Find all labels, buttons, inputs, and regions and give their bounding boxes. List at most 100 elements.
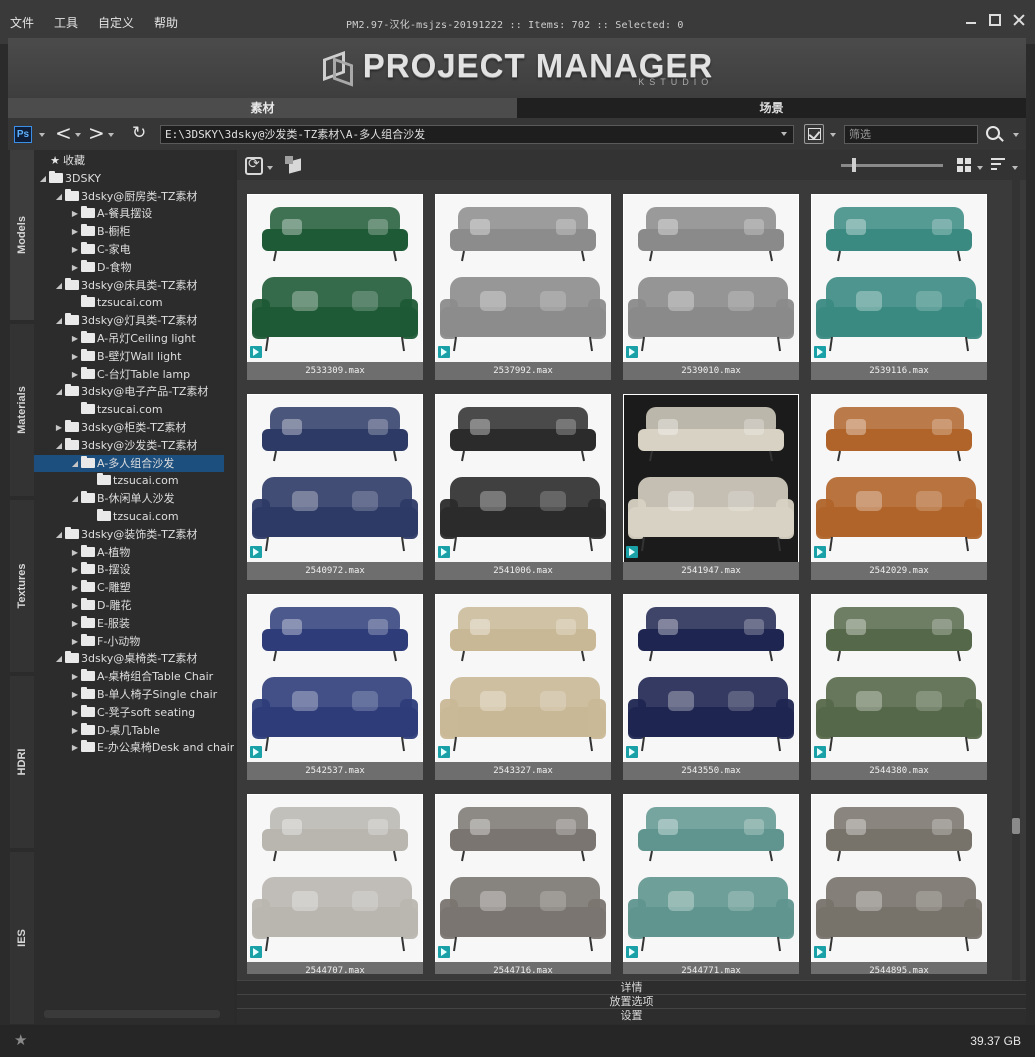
sort-icon[interactable] (991, 158, 1005, 172)
thumbnail-size-slider[interactable] (841, 164, 943, 167)
collapse-arrow-icon[interactable]: ◢ (70, 455, 80, 472)
placement-panel-header[interactable]: 放置选项 (237, 994, 1026, 1008)
asset-card[interactable]: 2543550.max (623, 594, 799, 780)
tree-item[interactable]: ◢ 3dsky@沙发类-TZ素材 (34, 437, 224, 454)
forward-dropdown-caret-icon[interactable] (108, 133, 114, 137)
expand-arrow-icon[interactable]: ▶ (70, 722, 80, 739)
tree-item[interactable]: ▶ C-雕塑 (34, 579, 224, 596)
menu-tools[interactable]: 工具 (54, 14, 78, 31)
back-dropdown-caret-icon[interactable] (75, 133, 81, 137)
box-model-icon[interactable] (285, 156, 305, 174)
tree-item[interactable]: ◢ 3dsky@装饰类-TZ素材 (34, 526, 224, 543)
asset-card[interactable]: 2544716.max (435, 794, 611, 974)
asset-card[interactable]: 2537992.max (435, 194, 611, 380)
tree-item[interactable]: ▶ D-食物 (34, 259, 224, 276)
path-dropdown-caret-icon[interactable] (781, 132, 787, 136)
tree-item[interactable]: ▶ E-办公桌椅Desk and chair (34, 739, 234, 756)
settings-panel-header[interactable]: 设置 (237, 1008, 1026, 1024)
expand-arrow-icon[interactable]: ▶ (70, 348, 80, 365)
tree-item[interactable]: ▶ 3dsky@柜类-TZ素材 (34, 419, 224, 436)
search-icon[interactable] (986, 126, 1000, 140)
tree-item[interactable]: ▶ F-小动物 (34, 633, 224, 650)
asset-card[interactable]: 2540972.max (247, 394, 423, 580)
expand-arrow-icon[interactable]: ▶ (70, 739, 80, 756)
asset-card[interactable]: 2541947.max (623, 394, 799, 580)
filter-check-icon[interactable] (804, 124, 824, 144)
expand-arrow-icon[interactable]: ▶ (70, 686, 80, 703)
minimize-icon[interactable] (965, 14, 977, 26)
menu-customize[interactable]: 自定义 (98, 14, 134, 31)
tree-item[interactable]: ▶ E-服装 (34, 615, 224, 632)
sort-dropdown-caret-icon[interactable] (1012, 166, 1018, 170)
tab-assets[interactable]: 素材 (8, 98, 517, 118)
expand-arrow-icon[interactable]: ▶ (70, 544, 80, 561)
sync-icon[interactable] (245, 156, 263, 175)
asset-card[interactable]: 2533309.max (247, 194, 423, 380)
tree-item[interactable]: ▶ D-桌几Table (34, 722, 224, 739)
grid-view-icon[interactable] (957, 158, 971, 172)
menu-file[interactable]: 文件 (10, 14, 34, 31)
side-tab-hdri[interactable]: HDRI (10, 676, 34, 848)
tree-item[interactable]: ▶ C-凳子soft seating (34, 704, 224, 721)
back-arrow-icon[interactable]: < (55, 123, 72, 143)
menu-help[interactable]: 帮助 (154, 14, 178, 31)
tree-item[interactable]: tzsucai.com (34, 508, 224, 525)
side-tab-models[interactable]: Models (10, 150, 34, 320)
expand-arrow-icon[interactable]: ▶ (70, 561, 80, 578)
tree-item[interactable]: ▶ D-雕花 (34, 597, 224, 614)
tree-item[interactable]: tzsucai.com (34, 472, 224, 489)
close-icon[interactable] (1013, 14, 1025, 26)
asset-card[interactable]: 2544771.max (623, 794, 799, 974)
filter-dropdown-caret-icon[interactable] (830, 133, 836, 137)
forward-arrow-icon[interactable]: > (88, 123, 105, 143)
slider-thumb[interactable] (852, 158, 856, 172)
asset-card[interactable]: 2539116.max (811, 194, 987, 380)
maximize-icon[interactable] (989, 14, 1001, 26)
tree-item[interactable]: ▶ C-家电 (34, 241, 224, 258)
path-field[interactable]: E:\3DSKY\3dsky@沙发类-TZ素材\A-多人组合沙发 (160, 125, 794, 144)
tree-item[interactable]: ◢ 3DSKY (34, 170, 224, 187)
asset-card[interactable]: 2543327.max (435, 594, 611, 780)
tree-item[interactable]: ▶ B-单人椅子Single chair (34, 686, 224, 703)
tree-horizontal-scrollbar[interactable] (44, 1010, 220, 1018)
expand-arrow-icon[interactable]: ▶ (70, 366, 80, 383)
collapse-arrow-icon[interactable]: ◢ (70, 490, 80, 507)
side-tab-materials[interactable]: Materials (10, 324, 34, 496)
asset-grid-scroll-thumb[interactable] (1012, 818, 1020, 834)
expand-arrow-icon[interactable]: ▶ (70, 579, 80, 596)
tree-item[interactable]: ◢ 3dsky@电子产品-TZ素材 (34, 383, 224, 400)
tree-item[interactable]: ▶ B-壁灯Wall light (34, 348, 224, 365)
tree-item[interactable]: ▶ B-橱柜 (34, 223, 224, 240)
tree-item[interactable]: ▶ A-桌椅组合Table Chair (34, 668, 224, 685)
expand-arrow-icon[interactable]: ▶ (70, 615, 80, 632)
tree-item[interactable]: ◢ 3dsky@床具类-TZ素材 (34, 277, 224, 294)
expand-arrow-icon[interactable]: ▶ (70, 241, 80, 258)
tree-item[interactable]: ▶ B-摆设 (34, 561, 224, 578)
asset-card[interactable]: 2542029.max (811, 394, 987, 580)
star-icon[interactable]: ★ (14, 1031, 27, 1049)
ps-dropdown-caret-icon[interactable] (39, 133, 45, 137)
tree-item[interactable]: ◢ 3dsky@桌椅类-TZ素材 (34, 650, 224, 667)
expand-arrow-icon[interactable]: ▶ (70, 704, 80, 721)
tree-item[interactable]: ▶ A-吊灯Ceiling light (34, 330, 224, 347)
asset-grid-scrollbar[interactable] (1012, 180, 1020, 980)
photoshop-icon[interactable]: Ps (14, 126, 32, 143)
side-tab-textures[interactable]: Textures (10, 500, 34, 672)
collapse-arrow-icon[interactable]: ◢ (54, 437, 64, 454)
collapse-arrow-icon[interactable]: ◢ (54, 383, 64, 400)
tree-item[interactable]: ★ 收藏 (34, 152, 224, 169)
side-tab-ies[interactable]: IES (10, 852, 34, 1024)
asset-card[interactable]: 2541006.max (435, 394, 611, 580)
collapse-arrow-icon[interactable]: ◢ (54, 526, 64, 543)
details-panel-header[interactable]: 详情 (237, 980, 1026, 994)
asset-card[interactable]: 2542537.max (247, 594, 423, 780)
tree-item[interactable]: ▶ A-植物 (34, 544, 224, 561)
grid-dropdown-caret-icon[interactable] (977, 166, 983, 170)
collapse-arrow-icon[interactable]: ◢ (38, 170, 48, 187)
expand-arrow-icon[interactable]: ▶ (70, 633, 80, 650)
asset-card[interactable]: 2539010.max (623, 194, 799, 380)
refresh-icon[interactable]: ↻ (132, 124, 150, 142)
tree-item[interactable]: ▶ C-台灯Table lamp (34, 366, 224, 383)
expand-arrow-icon[interactable]: ▶ (70, 597, 80, 614)
collapse-arrow-icon[interactable]: ◢ (54, 277, 64, 294)
